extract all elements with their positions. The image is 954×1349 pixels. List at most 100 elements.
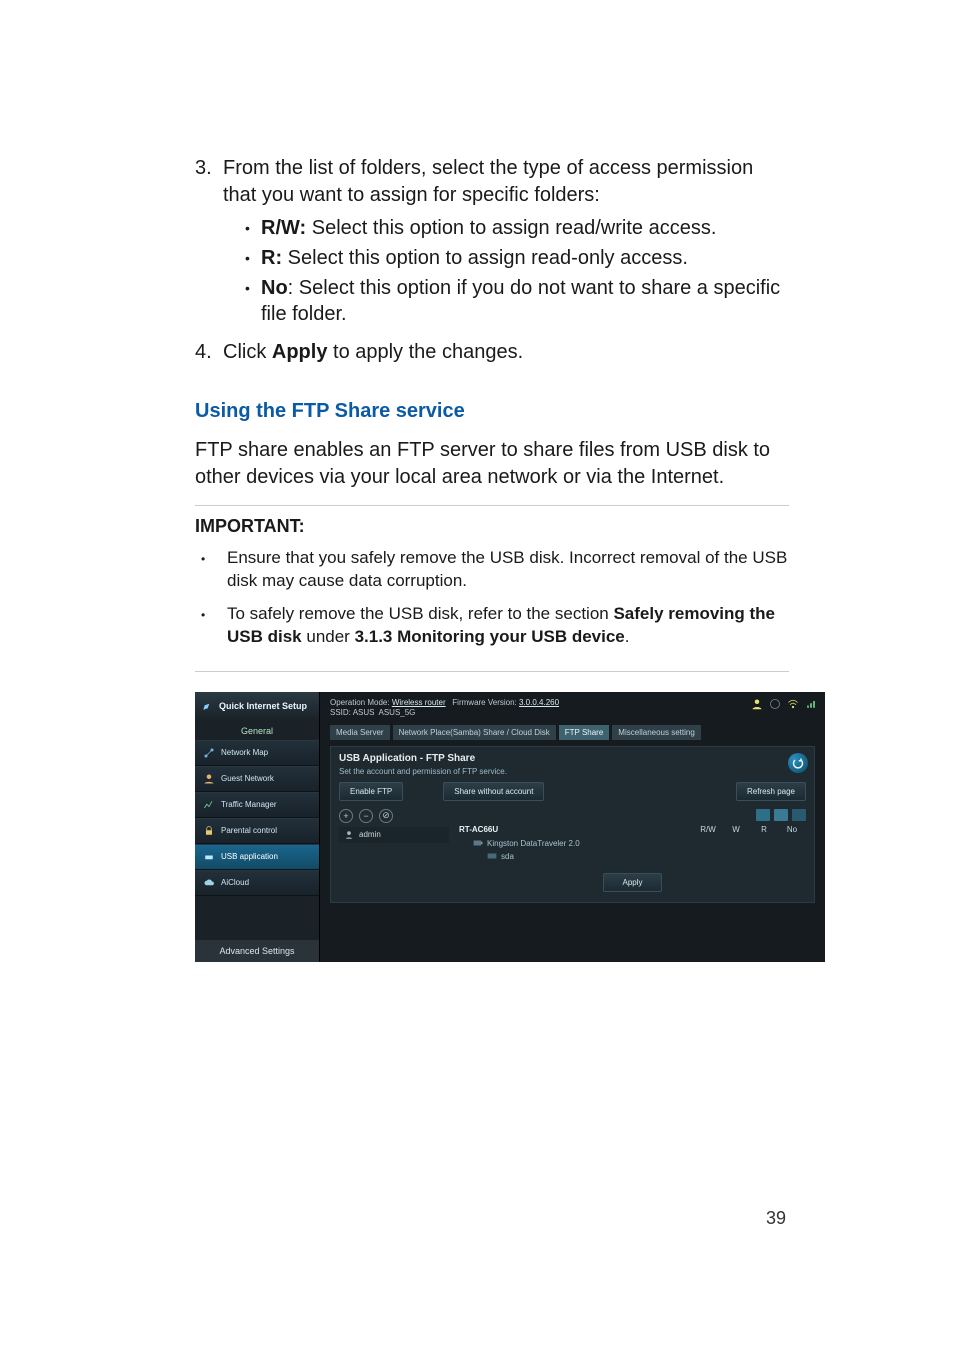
op-mode-value[interactable]: Wireless router — [392, 698, 446, 707]
step-4-b: Apply — [272, 341, 328, 363]
user-icon[interactable] — [751, 698, 763, 710]
fw-value[interactable]: 3.0.0.4.260 — [519, 698, 559, 707]
tree-sda[interactable]: sda — [459, 850, 806, 863]
important-item-2: • To safely remove the USB disk, refer t… — [195, 603, 789, 649]
ftp-para: FTP share enables an FTP server to share… — [195, 437, 789, 491]
remove-folder-button[interactable] — [774, 809, 788, 821]
bullet-icon: • — [201, 603, 227, 649]
enable-ftp-button[interactable]: Enable FTP — [339, 782, 403, 801]
guest-icon — [203, 773, 215, 785]
bullet-icon: • — [245, 215, 261, 241]
step-3: 3. From the list of folders, select the … — [195, 155, 789, 331]
sidebar-advanced-settings[interactable]: Advanced Settings — [195, 940, 319, 962]
page-number: 39 — [766, 1208, 786, 1229]
sub-r: • R: Select this option to assign read-o… — [223, 245, 789, 271]
important-box: IMPORTANT: • Ensure that you safely remo… — [195, 505, 789, 672]
important-title: IMPORTANT — [195, 516, 299, 536]
sidebar-item-label: Guest Network — [221, 774, 274, 783]
tab-network-place[interactable]: Network Place(Samba) Share / Cloud Disk — [393, 725, 556, 740]
col-no: No — [778, 825, 806, 834]
globe-icon[interactable] — [769, 698, 781, 710]
tree-usb[interactable]: Kingston DataTraveler 2.0 — [459, 837, 806, 850]
edit-account-button[interactable]: ⊘ — [379, 809, 393, 823]
sidebar-item-traffic-manager[interactable]: Traffic Manager — [195, 792, 319, 818]
important-item-1-text: Ensure that you safely remove the USB di… — [227, 547, 789, 593]
step-3-number: 3. — [195, 155, 223, 331]
ssid-line: SSID: ASUS ASUS_5G — [330, 708, 815, 717]
step-3-text: From the list of folders, select the typ… — [223, 157, 753, 206]
ssid-1[interactable]: ASUS — [353, 708, 375, 717]
traffic-icon — [203, 799, 215, 811]
usb-icon — [203, 851, 215, 863]
bullet-icon: • — [201, 547, 227, 593]
important-item-1: • Ensure that you safely remove the USB … — [195, 547, 789, 593]
tab-ftp-share[interactable]: FTP Share — [559, 725, 610, 740]
usb-label: Kingston DataTraveler 2.0 — [487, 839, 580, 848]
sidebar-item-label: Traffic Manager — [221, 800, 277, 809]
ftp-heading: Using the FTP Share service — [195, 400, 789, 423]
device-name: RT-AC66U — [459, 825, 694, 834]
sda-label: sda — [501, 852, 514, 861]
important-colon: : — [299, 516, 305, 536]
qis-label: Quick Internet Setup — [219, 701, 307, 711]
drive-icon — [487, 852, 497, 860]
sub-rw-label: R/W: — [261, 217, 306, 239]
bullet-icon: • — [245, 245, 261, 271]
sidebar-item-aicloud[interactable]: AiCloud — [195, 870, 319, 896]
step-4-post: to apply the changes. — [327, 341, 523, 363]
sidebar-item-parental-control[interactable]: Parental control — [195, 818, 319, 844]
account-row[interactable]: admin — [339, 827, 449, 843]
step-4-number: 4. — [195, 339, 223, 366]
share-without-account-button[interactable]: Share without account — [443, 782, 544, 801]
sub-r-label: R: — [261, 247, 282, 269]
important-item-2-pre: To safely remove the USB disk, refer to … — [227, 604, 613, 623]
tab-misc-setting[interactable]: Miscellaneous setting — [612, 725, 700, 740]
important-item-2-mid: under — [302, 627, 355, 646]
fw-label: Firmware Version: — [452, 698, 516, 707]
sidebar-general-label: General — [195, 720, 319, 740]
add-account-button[interactable]: + — [339, 809, 353, 823]
ssid-label: SSID: — [330, 708, 351, 717]
col-rw: R/W — [694, 825, 722, 834]
sidebar-item-guest-network[interactable]: Guest Network — [195, 766, 319, 792]
operation-mode-line: Operation Mode: Wireless router Firmware… — [330, 698, 815, 707]
usb-drive-icon — [473, 839, 483, 847]
refresh-page-button[interactable]: Refresh page — [736, 782, 806, 801]
sidebar-item-usb-application[interactable]: USB application — [195, 844, 319, 870]
wizard-icon — [201, 700, 213, 712]
wifi-icon[interactable] — [787, 698, 799, 710]
reload-button[interactable] — [788, 753, 808, 773]
step-4: 4. Click Apply to apply the changes. — [195, 339, 789, 366]
apply-button[interactable]: Apply — [603, 873, 661, 892]
sub-r-text: Select this option to assign read-only a… — [282, 247, 688, 269]
edit-folder-button[interactable] — [792, 809, 806, 821]
user-icon — [344, 830, 354, 840]
sub-rw: • R/W: Select this option to assign read… — [223, 215, 789, 241]
step-4-pre: Click — [223, 341, 272, 363]
signal-icon[interactable] — [805, 698, 817, 710]
ssid-2[interactable]: ASUS_5G — [379, 708, 416, 717]
sidebar-item-network-map[interactable]: Network Map — [195, 740, 319, 766]
network-icon — [203, 747, 215, 759]
sidebar-item-label: AiCloud — [221, 878, 249, 887]
lock-icon — [203, 825, 215, 837]
panel-subtitle: Set the account and permission of FTP se… — [339, 767, 806, 776]
col-w: W — [722, 825, 750, 834]
sidebar-item-label: USB application — [221, 852, 278, 861]
sub-no-label: No — [261, 277, 288, 299]
quick-internet-setup[interactable]: Quick Internet Setup — [195, 692, 319, 720]
tab-media-server[interactable]: Media Server — [330, 725, 390, 740]
sub-no-text: Select this option if you do not want to… — [261, 277, 780, 325]
add-folder-button[interactable] — [756, 809, 770, 821]
important-item-2-b2: 3.1.3 Monitoring your USB device — [355, 627, 625, 646]
col-r: R — [750, 825, 778, 834]
sidebar: Quick Internet Setup General Network Map… — [195, 692, 320, 962]
router-ui-screenshot: Quick Internet Setup General Network Map… — [195, 692, 825, 962]
folder-column: RT-AC66U R/W W R No Kingston DataTravele… — [449, 809, 806, 892]
remove-account-button[interactable]: − — [359, 809, 373, 823]
reload-icon — [792, 757, 804, 769]
sidebar-item-label: Parental control — [221, 826, 277, 835]
main-panel: Operation Mode: Wireless router Firmware… — [320, 692, 825, 962]
sub-no: • No: Select this option if you do not w… — [223, 275, 789, 327]
tab-bar: Media Server Network Place(Samba) Share … — [330, 725, 815, 740]
